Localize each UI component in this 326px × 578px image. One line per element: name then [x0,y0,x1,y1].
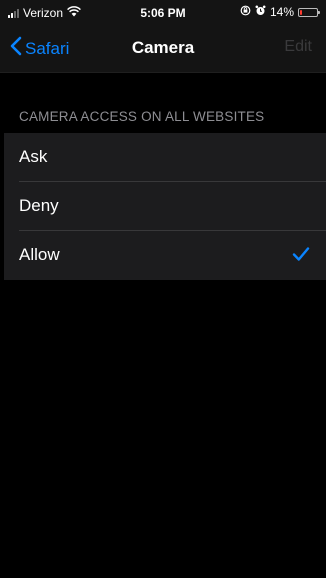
camera-settings-screen: Verizon 5:06 PM 14% Safari Camera Edit C… [0,0,326,578]
alarm-icon [255,5,266,19]
option-label: Deny [19,196,59,215]
option-label: Allow [19,245,60,264]
battery-level [300,9,302,15]
option-allow[interactable]: Allow [4,231,326,280]
section-header: CAMERA ACCESS ON ALL WEBSITES [19,109,265,124]
lock-rotation-icon [240,5,251,19]
option-label: Ask [19,147,48,166]
edit-button[interactable]: Edit [284,38,312,56]
battery-icon [298,7,320,17]
option-deny[interactable]: Deny [4,182,326,231]
navigation-bar: Safari Camera Edit [0,24,326,73]
status-right: 14% [240,5,320,19]
option-ask[interactable]: Ask [4,133,326,182]
battery-percent: 14% [269,5,294,19]
status-bar: Verizon 5:06 PM 14% [0,0,326,24]
page-title: Camera [131,38,195,57]
checkmark-icon [292,246,310,267]
camera-access-options: Ask Deny Allow [4,133,326,280]
